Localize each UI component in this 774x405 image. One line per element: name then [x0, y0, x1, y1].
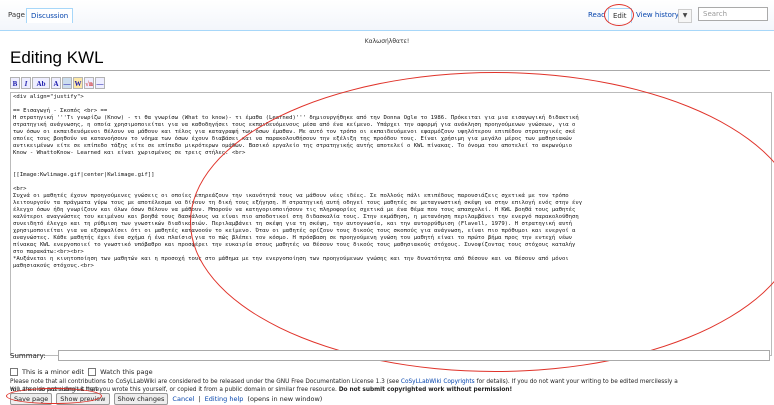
- show-changes-button[interactable]: Show changes: [113, 393, 169, 405]
- watch-page-checkbox[interactable]: [88, 368, 97, 376]
- bold-button[interactable]: B: [10, 77, 20, 89]
- italic-button[interactable]: I: [21, 77, 31, 89]
- watch-page-label: Watch this page: [100, 368, 153, 376]
- annotation-circle: [604, 4, 634, 26]
- page-title: Editing KWL: [10, 48, 104, 67]
- edit-toolbar: B I Ab A — W √n —: [10, 77, 105, 90]
- tab-view-history[interactable]: View history: [632, 8, 683, 22]
- minor-edit-label: This is a minor edit: [22, 368, 85, 376]
- horizontal-line-button[interactable]: —: [95, 77, 105, 89]
- title-divider: [10, 70, 770, 71]
- edit-textarea[interactable]: <div align="justify"> == Εισαγωγή - Σκοπ…: [10, 92, 772, 356]
- embedded-file-button[interactable]: —: [62, 77, 72, 89]
- copyright-warning-bold: Do not submit copyrighted work without p…: [338, 387, 513, 393]
- media-link-button[interactable]: W: [73, 77, 83, 89]
- math-formula-button[interactable]: √n: [84, 77, 94, 89]
- minor-edit-checkbox[interactable]: [10, 368, 18, 376]
- summary-input[interactable]: [58, 350, 770, 361]
- summary-label: Summary:: [10, 352, 46, 360]
- edit-options: This is a minor edit Watch this page: [10, 368, 153, 376]
- top-navigation-bar: Page Discussion Read Edit View history ▼…: [0, 0, 774, 31]
- notice-text: Please note that all contributions to Co…: [10, 379, 401, 385]
- tab-discussion[interactable]: Discussion: [26, 8, 74, 23]
- notice-text: for details). If you do not want your wr…: [474, 379, 678, 385]
- more-actions-dropdown-icon[interactable]: ▼: [678, 9, 692, 23]
- internal-link-button[interactable]: Ab: [32, 77, 50, 89]
- headline-button[interactable]: A: [51, 77, 61, 89]
- site-notice: Καλωσήλθατε!: [364, 38, 410, 45]
- search-input[interactable]: Search: [698, 7, 768, 21]
- copyrights-link[interactable]: CoSyLLabWiki Copyrights: [401, 379, 475, 385]
